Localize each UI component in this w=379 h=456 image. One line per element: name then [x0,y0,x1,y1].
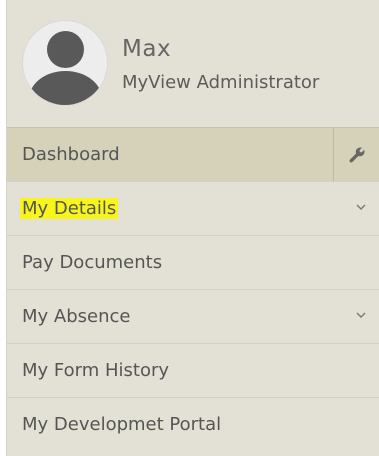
user-profile: Max MyView Administrator [7,0,379,127]
menu-item-my-development-portal[interactable]: My Developmet Portal [7,397,379,451]
menu-item-pay-documents[interactable]: Pay Documents [7,235,379,289]
menu-item-my-absence[interactable]: My Absence [7,289,379,343]
user-name: Max [122,36,172,62]
dashboard-settings-button[interactable] [333,128,379,181]
menu-item-label: Pay Documents [22,252,163,273]
menu-item-label: Dashboard [22,144,120,165]
user-role: MyView Administrator [122,72,320,93]
highlighted-text: My Details [20,198,119,219]
menu-item-my-form-history[interactable]: My Form History [7,343,379,397]
avatar-body [29,71,102,105]
menu-item-label: My Absence [22,306,131,327]
menu-item-my-details[interactable]: My Details [7,181,379,235]
menu-item-label: My Details [7,198,119,219]
menu-item-label: My Developmet Portal [22,414,222,435]
menu-item-label: My Form History [22,360,170,381]
chevron-down-icon[interactable] [355,309,367,321]
menu-item-dashboard[interactable]: Dashboard [7,127,379,181]
wrench-icon [349,146,365,162]
chevron-down-icon[interactable] [355,201,367,213]
side-menu: Dashboard My Details Pay Documents My Ab… [7,127,379,451]
navigation-panel: Max MyView Administrator Dashboard My De… [6,0,379,456]
user-icon[interactable] [22,20,108,106]
avatar-head [47,31,84,68]
